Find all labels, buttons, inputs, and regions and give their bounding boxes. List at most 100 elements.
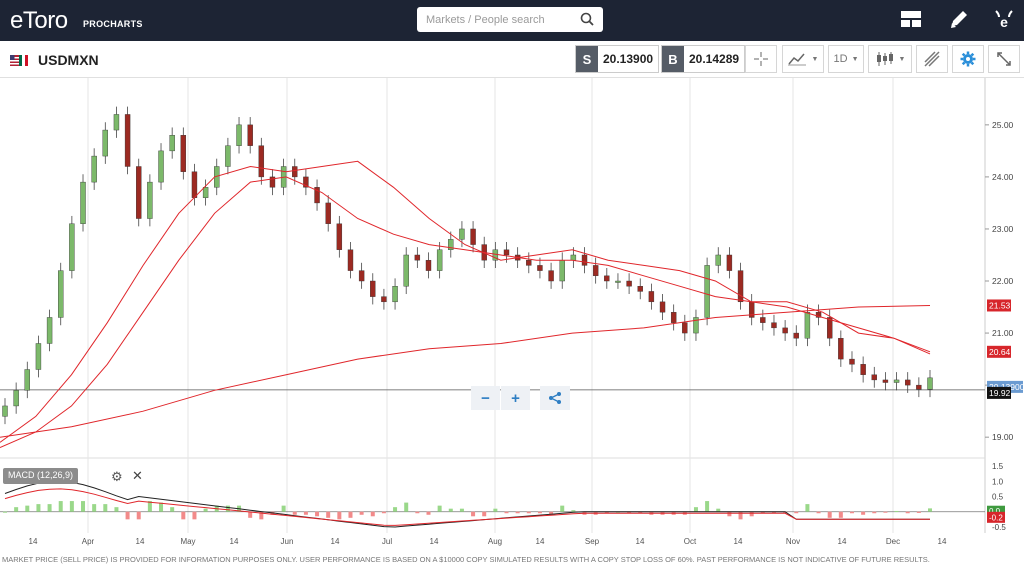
macd-label[interactable]: MACD (12,26,9) xyxy=(3,468,79,484)
macd-axis-tag-label: -0.2 xyxy=(989,513,1003,522)
x-tick-label: Oct xyxy=(684,537,697,546)
candle xyxy=(169,135,175,152)
macd-histogram-bar xyxy=(3,511,7,513)
macd-histogram-bar xyxy=(749,511,754,517)
candle xyxy=(782,327,788,334)
axis-price-tag-label: 21.53 xyxy=(989,300,1011,310)
candle xyxy=(459,228,465,240)
macd-histogram-bar xyxy=(526,511,531,514)
candle xyxy=(860,364,866,375)
candle xyxy=(470,228,476,245)
y-tick-label: 19.00 xyxy=(992,432,1014,442)
macd-histogram-bar xyxy=(459,508,464,512)
expand-icon xyxy=(997,52,1011,66)
sell-price: 20.13900 xyxy=(603,52,654,66)
macd-signal-line xyxy=(4,488,930,526)
candle xyxy=(381,296,387,303)
timeframe-dropdown[interactable]: 1D ▼ xyxy=(828,45,864,73)
candle xyxy=(80,181,86,224)
candle xyxy=(670,312,677,323)
price-chart[interactable]: 14 Apr 14 May 14 Jun 14 Jul 14 Aug 14 Sep 14 Oct 14 Nov… xyxy=(0,78,1024,552)
indicators-dropdown[interactable]: ▼ xyxy=(868,45,912,73)
crosshair-button[interactable] xyxy=(745,45,777,73)
chart-type-dropdown[interactable]: ▼ xyxy=(782,45,824,73)
layout-icon[interactable] xyxy=(900,8,922,30)
macd-histogram-bar xyxy=(225,505,230,512)
candle xyxy=(180,135,187,172)
pen-icon[interactable] xyxy=(948,8,970,30)
settings-button[interactable] xyxy=(952,45,984,73)
x-tick-label: 14 xyxy=(536,537,545,546)
macd-histogram-bar xyxy=(515,511,520,514)
buy-tag: B xyxy=(662,46,684,72)
share-button[interactable] xyxy=(540,386,570,410)
x-tick-label: Jun xyxy=(281,537,294,546)
macd-histogram-bar xyxy=(359,511,364,515)
candle xyxy=(760,317,766,323)
candle xyxy=(882,379,889,383)
macd-histogram-bar xyxy=(404,502,409,512)
macd-histogram-bar xyxy=(14,507,19,512)
candle xyxy=(425,259,432,271)
candle xyxy=(526,259,532,266)
x-tick-label: 14 xyxy=(230,537,239,546)
search-input[interactable] xyxy=(417,7,567,32)
zoom-out-button[interactable]: − xyxy=(471,386,500,410)
x-tick-label: 14 xyxy=(734,537,743,546)
candle xyxy=(370,280,376,297)
candle xyxy=(91,155,97,183)
macd-y-tick-label: 1.0 xyxy=(992,477,1004,486)
macd-histogram-bar xyxy=(448,508,453,512)
etoro-menu-icon[interactable]: e xyxy=(993,8,1015,30)
search-icon[interactable] xyxy=(580,12,594,26)
macd-histogram-bar xyxy=(894,510,899,512)
macd-histogram-bar xyxy=(25,505,30,512)
macd-histogram-bar xyxy=(92,504,97,512)
search-box[interactable] xyxy=(417,7,603,32)
candle xyxy=(537,265,543,271)
macd-histogram-bar xyxy=(370,511,375,517)
macd-histogram-bar xyxy=(838,511,843,518)
chart-toolbar: USDMXN S 20.13900 B 20.14289 ▼ 1D ▼ ▼ xyxy=(0,41,1024,78)
candle xyxy=(548,270,554,282)
macd-close-icon[interactable]: ✕ xyxy=(132,468,143,484)
candle xyxy=(871,374,877,381)
candle xyxy=(849,358,855,365)
x-tick-label: 14 xyxy=(136,537,145,546)
macd-histogram-bar xyxy=(114,507,119,512)
macd-settings-icon[interactable]: ⚙ xyxy=(111,469,123,485)
candle xyxy=(358,270,365,282)
chevron-down-icon: ▼ xyxy=(898,55,906,63)
candle xyxy=(592,265,599,277)
drawing-tools-icon xyxy=(924,51,940,67)
macd-histogram-bar xyxy=(504,511,509,514)
fullscreen-button[interactable] xyxy=(988,45,1020,73)
macd-histogram-bar xyxy=(303,511,308,515)
x-tick-label: 14 xyxy=(430,537,439,546)
candle xyxy=(581,254,588,266)
drawing-tools-button[interactable] xyxy=(916,45,948,73)
candle xyxy=(637,286,643,292)
buy-price-button[interactable]: B 20.14289 xyxy=(661,45,746,73)
gear-icon xyxy=(960,51,976,67)
candle xyxy=(202,187,209,198)
moving-average-line xyxy=(0,305,931,438)
candle xyxy=(648,291,655,303)
candlestick-icon xyxy=(876,52,893,66)
macd-histogram-bar xyxy=(69,501,74,512)
y-tick-label: 25.00 xyxy=(992,120,1014,130)
macd-y-tick-label: -0.5 xyxy=(992,523,1006,532)
x-tick-label: Jul xyxy=(382,537,392,546)
zoom-in-button[interactable]: + xyxy=(501,386,530,410)
y-tick-label: 24.00 xyxy=(992,172,1014,182)
candle xyxy=(927,377,933,390)
sell-price-button[interactable]: S 20.13900 xyxy=(575,45,660,73)
macd-histogram-bar xyxy=(348,511,353,518)
zoom-controls: − + xyxy=(471,386,570,410)
candle xyxy=(225,145,231,167)
etoro-logo[interactable]: eToro xyxy=(10,7,68,35)
macd-histogram-bar xyxy=(36,504,41,512)
candle xyxy=(124,114,131,167)
macd-histogram-bar xyxy=(471,511,476,517)
candle xyxy=(24,369,30,391)
